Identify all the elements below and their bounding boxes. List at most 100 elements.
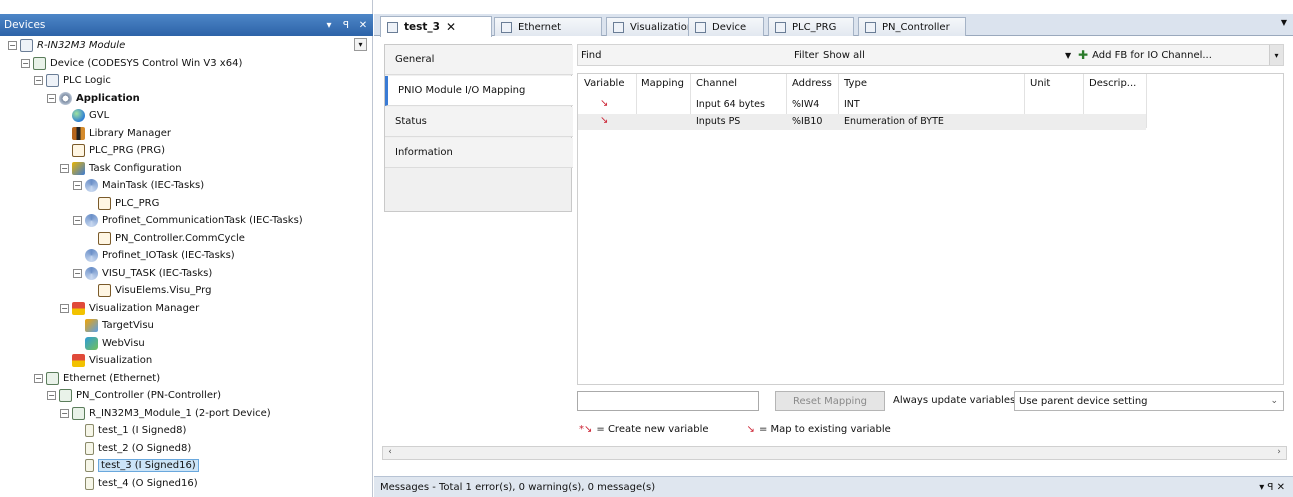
program-icon bbox=[98, 284, 111, 297]
device-icon bbox=[59, 389, 72, 402]
tree-item[interactable]: PN_Controller.CommCycle bbox=[98, 230, 245, 247]
tab-label: Visualization bbox=[630, 21, 694, 33]
tree-item[interactable]: PLC_PRG bbox=[98, 195, 159, 212]
tree-item-label: R_IN32M3_Module_1 (2-port Device) bbox=[89, 407, 271, 419]
select-value: Use parent device setting bbox=[1019, 395, 1148, 407]
tree-item-label: Library Manager bbox=[89, 127, 171, 139]
mapping-search-input[interactable] bbox=[577, 391, 759, 411]
devices-pane: Devices ▾ ꟼ ✕ ▾ − R-IN32M3 Module − Device … bbox=[0, 0, 373, 497]
dropdown-icon[interactable]: ▾ bbox=[322, 20, 336, 31]
collapse-toggle-icon[interactable]: − bbox=[60, 408, 69, 418]
collapse-toggle-icon[interactable]: − bbox=[73, 216, 82, 225]
tree-item[interactable]: test_2 (O Signed8) bbox=[85, 440, 191, 457]
scroll-down-icon[interactable]: ▾ bbox=[1269, 45, 1283, 65]
tab-label: Ethernet bbox=[518, 21, 562, 33]
library-icon bbox=[72, 126, 85, 140]
table-row[interactable]: ↘ Input 64 bytes %IW4 INT bbox=[578, 97, 1146, 113]
nav-general[interactable]: General bbox=[385, 45, 573, 75]
tab-list-dropdown-icon[interactable]: ▼ bbox=[1281, 18, 1287, 27]
chevron-down-icon[interactable]: ▼ bbox=[1065, 51, 1071, 60]
tab-device[interactable]: Device bbox=[688, 17, 764, 36]
visualization-icon bbox=[613, 21, 624, 33]
messages-controls[interactable]: ▾ ꟼ ✕ bbox=[1259, 482, 1285, 493]
column-header-channel[interactable]: Channel bbox=[696, 78, 737, 89]
plus-icon: ✚ bbox=[1078, 48, 1089, 62]
column-header-description[interactable]: Descrip... bbox=[1089, 78, 1136, 89]
tree-item[interactable]: test_4 (O Signed16) bbox=[85, 475, 198, 492]
tree-item[interactable]: − Device (CODESYS Control Win V3 x64) bbox=[21, 55, 242, 72]
reset-mapping-button[interactable]: Reset Mapping bbox=[775, 391, 885, 411]
tree-item[interactable]: TargetVisu bbox=[85, 317, 154, 334]
column-header-variable[interactable]: Variable bbox=[584, 78, 625, 89]
tree-item[interactable]: GVL bbox=[72, 107, 109, 124]
tree-item[interactable]: − VISU_TASK (IEC-Tasks) bbox=[73, 265, 212, 282]
tree-item-label: Visualization Manager bbox=[89, 302, 200, 314]
close-icon[interactable]: ✕ bbox=[356, 20, 370, 31]
tab-test-3[interactable]: test_3 ✕ bbox=[380, 16, 492, 37]
update-variables-select[interactable]: Use parent device setting ⌄ bbox=[1014, 391, 1284, 411]
tree-item[interactable]: − Profinet_CommunicationTask (IEC-Tasks) bbox=[73, 212, 303, 229]
collapse-toggle-icon[interactable]: − bbox=[34, 373, 43, 383]
filter-select[interactable]: Show all bbox=[823, 50, 865, 61]
tree-item[interactable]: − PN_Controller (PN-Controller) bbox=[47, 387, 221, 404]
task-icon bbox=[85, 249, 98, 262]
tree-item[interactable]: PLC_PRG (PRG) bbox=[72, 142, 165, 159]
horizontal-scrollbar[interactable]: ‹ › bbox=[382, 446, 1287, 460]
tree-item[interactable]: − R_IN32M3_Module_1 (2-port Device) bbox=[60, 405, 271, 422]
column-header-mapping[interactable]: Mapping bbox=[641, 78, 684, 89]
address-cell: %IW4 bbox=[792, 99, 820, 110]
program-icon bbox=[72, 144, 85, 157]
tab-pn-controller[interactable]: PN_Controller bbox=[858, 17, 966, 36]
column-header-address[interactable]: Address bbox=[792, 78, 832, 89]
tree-item[interactable]: − PLC Logic bbox=[34, 72, 111, 89]
collapse-toggle-icon[interactable]: − bbox=[73, 268, 82, 278]
tree-dropdown-button[interactable]: ▾ bbox=[354, 38, 367, 51]
collapse-toggle-icon[interactable]: − bbox=[8, 41, 17, 50]
tree-item[interactable]: Profinet_IOTask (IEC-Tasks) bbox=[85, 247, 235, 264]
column-header-unit[interactable]: Unit bbox=[1030, 78, 1050, 89]
tree-item-label: Profinet_IOTask (IEC-Tasks) bbox=[102, 250, 235, 261]
messages-bar[interactable]: Messages - Total 1 error(s), 0 warning(s… bbox=[374, 476, 1293, 497]
close-tab-icon[interactable]: ✕ bbox=[446, 20, 456, 34]
map-variable-icon: ↘ bbox=[746, 424, 755, 435]
tree-item[interactable]: − Ethernet (Ethernet) bbox=[34, 370, 160, 387]
collapse-toggle-icon[interactable]: − bbox=[47, 391, 56, 400]
device-icon bbox=[501, 21, 512, 33]
tree-item-label: PN_Controller.CommCycle bbox=[115, 232, 245, 244]
collapse-toggle-icon[interactable]: − bbox=[73, 181, 82, 190]
tree-item-label: Visualization bbox=[89, 355, 153, 366]
tree-item[interactable]: test_1 (I Signed8) bbox=[85, 422, 186, 439]
scroll-right-icon[interactable]: › bbox=[1272, 447, 1286, 459]
collapse-toggle-icon[interactable]: − bbox=[60, 303, 69, 313]
column-header-type[interactable]: Type bbox=[844, 78, 867, 89]
table-row[interactable]: ↘ Inputs PS %IB10 Enumeration of BYTE bbox=[578, 114, 1146, 130]
nav-pnio-mapping[interactable]: PNIO Module I/O Mapping bbox=[385, 76, 573, 106]
tree-item[interactable]: − R-IN32M3 Module bbox=[8, 37, 125, 54]
tree-item[interactable]: test_3 (I Signed16) bbox=[85, 457, 199, 474]
tree-item[interactable]: Library Manager bbox=[72, 125, 171, 142]
tree-item[interactable]: VisuElems.Visu_Prg bbox=[98, 282, 211, 299]
collapse-toggle-icon[interactable]: − bbox=[34, 76, 43, 85]
task-icon bbox=[85, 179, 98, 192]
collapse-toggle-icon[interactable]: − bbox=[60, 163, 69, 173]
add-fb-button[interactable]: ✚ Add FB for IO Channel... bbox=[1078, 48, 1212, 62]
scroll-left-icon[interactable]: ‹ bbox=[383, 447, 397, 459]
tree-item[interactable]: − MainTask (IEC-Tasks) bbox=[73, 177, 204, 194]
nav-status[interactable]: Status bbox=[385, 107, 573, 137]
nav-information[interactable]: Information bbox=[385, 138, 573, 168]
tree-item-label: Application bbox=[76, 92, 140, 104]
collapse-toggle-icon[interactable]: − bbox=[47, 93, 56, 103]
io-mapping-grid: Variable Mapping Channel Address Type Un… bbox=[577, 73, 1284, 385]
tree-item[interactable]: − Visualization Manager bbox=[60, 300, 199, 317]
tree-item[interactable]: WebVisu bbox=[85, 335, 145, 352]
tree-item[interactable]: Visualization bbox=[72, 352, 152, 369]
tree-item-label: R-IN32M3 Module bbox=[37, 40, 126, 51]
tab-plc-prg[interactable]: PLC_PRG bbox=[768, 17, 854, 36]
tree-item-label: WebVisu bbox=[102, 337, 145, 349]
tab-ethernet[interactable]: Ethernet bbox=[494, 17, 602, 36]
tree-item[interactable]: − Application bbox=[47, 90, 140, 107]
tab-strip: test_3 ✕ Ethernet Visualization Device P… bbox=[374, 14, 1293, 37]
tree-item[interactable]: − Task Configuration bbox=[60, 160, 182, 177]
pin-icon[interactable]: ꟼ bbox=[339, 20, 353, 31]
collapse-toggle-icon[interactable]: − bbox=[21, 58, 30, 68]
